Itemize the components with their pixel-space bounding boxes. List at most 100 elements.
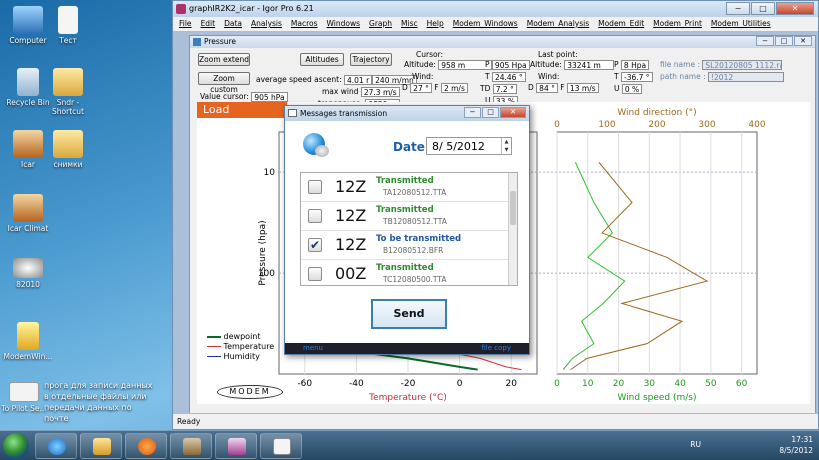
menu-modem-print[interactable]: Modem_Print xyxy=(653,19,702,29)
menu-modem-edit[interactable]: Modem_Edit xyxy=(598,19,644,29)
taskbar-media[interactable] xyxy=(125,433,167,459)
desktop-icon-to-pilot[interactable]: To Pilot Se... xyxy=(0,382,50,413)
cursor-f-label: F xyxy=(434,83,439,92)
avg-speed-value1: 4.01 r xyxy=(343,75,373,85)
message-checkbox-checked[interactable]: ✔ xyxy=(308,238,322,252)
path-name-label: path name : xyxy=(660,72,706,81)
taskbar-ie[interactable] xyxy=(35,433,77,459)
folder-icon xyxy=(53,68,83,96)
altitudes-button[interactable]: Altitudes xyxy=(300,53,344,66)
message-file: B12080512.BFR xyxy=(383,246,444,255)
pressure-title-bar[interactable]: Pressure − □ ✕ xyxy=(190,36,815,48)
clock[interactable]: 17:31 8/5/2012 xyxy=(779,434,813,456)
message-checkbox[interactable] xyxy=(308,180,322,194)
wind-dir-tick-label: 400 xyxy=(748,120,765,130)
footer-file-copy-link[interactable]: file copy xyxy=(481,344,511,353)
cursor-p-row: P 905 Hpa xyxy=(485,60,530,70)
menu-modem-analysis[interactable]: Modem_Analysis xyxy=(527,19,589,29)
spin-up-icon[interactable]: ▲ xyxy=(502,138,511,146)
recycle-bin-icon xyxy=(17,68,39,96)
menu-modem-windows[interactable]: Modem_Windows xyxy=(453,19,518,29)
desktop-icon-sndr[interactable]: Sndr - Shortcut xyxy=(42,68,94,116)
temp-tick-label: 0 xyxy=(457,379,463,389)
language-indicator[interactable]: RU xyxy=(690,440,701,449)
media-player-icon xyxy=(138,438,156,455)
pressure-close-button[interactable]: ✕ xyxy=(794,36,812,46)
igor-title-bar[interactable]: graphIR2K2_icar - Igor Pro 6.21 − □ ✕ xyxy=(173,1,818,17)
spin-down-icon[interactable]: ▼ xyxy=(502,146,511,154)
dialog-minimize-button[interactable]: − xyxy=(464,107,481,118)
menu-graph[interactable]: Graph xyxy=(369,19,392,29)
list-item[interactable]: ✔ 12Z To be transmitted B12080512.BFR xyxy=(301,231,517,260)
taskbar-modem[interactable] xyxy=(170,433,212,459)
zoom-custom-button[interactable]: Zoom custom xyxy=(198,72,250,94)
start-button[interactable] xyxy=(3,433,29,459)
send-button[interactable]: Send xyxy=(371,299,447,329)
menu-help[interactable]: Help xyxy=(427,19,444,29)
pressure-minimize-button[interactable]: − xyxy=(756,36,774,46)
menu-macros[interactable]: Macros xyxy=(291,19,318,29)
desktop-icon-snimki[interactable]: снимки xyxy=(42,130,94,169)
menu-file[interactable]: File xyxy=(179,19,192,29)
menu-modem-utilities[interactable]: Modem_Utilities xyxy=(711,19,771,29)
trajectory-button[interactable]: Trajectory xyxy=(350,53,392,66)
message-file: TA12080512.TTA xyxy=(383,188,447,197)
wind-speed-tick-label: 50 xyxy=(705,379,717,389)
wind-speed-tick-label: 60 xyxy=(736,379,748,389)
document-icon xyxy=(58,6,78,34)
message-time: 12Z xyxy=(335,206,367,225)
star-app-icon xyxy=(17,322,39,350)
list-item[interactable]: 12Z Transmitted TB12080512.TTA xyxy=(301,202,517,231)
desktop-icon-82010[interactable]: 82010 xyxy=(2,258,54,289)
menu-data[interactable]: Data xyxy=(224,19,242,29)
wind-speed-series-line xyxy=(562,162,626,370)
desktop-icon-test[interactable]: Тест xyxy=(42,6,94,45)
modem-logo: MODEM xyxy=(217,385,283,399)
desktop-icon-label: снимки xyxy=(53,160,83,169)
desktop-icon-modemwin[interactable]: ModemWin... xyxy=(2,322,54,361)
message-checkbox[interactable] xyxy=(308,209,322,223)
last-altitude-row: Altitude: 33241 m xyxy=(530,60,615,70)
status-bar: Ready xyxy=(173,413,818,429)
dialog-title-bar[interactable]: Messages transmission − □ ✕ xyxy=(285,106,529,121)
file-name-value: SL20120805 1112.ra xyxy=(702,60,783,70)
list-item[interactable]: 12Z Transmitted TA12080512.TTA xyxy=(301,173,517,202)
last-t-label: T xyxy=(614,72,619,81)
cursor-t-row: T 24.46 ° xyxy=(485,72,526,82)
last-p-value: 8 Hpa xyxy=(620,60,650,70)
menu-edit[interactable]: Edit xyxy=(201,19,216,29)
cursor-td-row: TD 7.2 ° xyxy=(480,84,517,94)
value-cursor-control: Value cursor: 905 hPa xyxy=(200,92,288,102)
legend-dewpoint: dewpoint xyxy=(207,332,274,342)
taskbar-igor[interactable] xyxy=(215,433,257,459)
cursor-wind-label: Wind: xyxy=(412,72,434,81)
last-u-value: 0 % xyxy=(621,84,643,94)
list-item[interactable]: 00Z Transmitted TC12080500.TTA xyxy=(301,260,517,285)
pressure-tick-label: 10 xyxy=(264,168,276,178)
dialog-close-button[interactable]: ✕ xyxy=(500,107,526,118)
date-picker[interactable]: 8/ 5/2012 ▲ ▼ xyxy=(426,137,512,155)
value-cursor-input[interactable]: 905 hPa xyxy=(251,92,288,102)
menu-windows[interactable]: Windows xyxy=(327,19,360,29)
clock-time: 17:31 xyxy=(791,435,813,444)
temp-tick-label: -40 xyxy=(349,379,364,389)
file-name-row: file name : SL20120805 1112.ra xyxy=(660,60,783,70)
list-scrollbar[interactable] xyxy=(508,173,517,285)
desktop-icon-icar-climat[interactable]: Icar Climat xyxy=(2,194,54,233)
taskbar-mail[interactable] xyxy=(260,433,302,459)
dialog-maximize-button[interactable]: □ xyxy=(482,107,499,118)
maximize-button[interactable]: □ xyxy=(751,2,775,15)
pressure-axis-title: Pressure (hpa) xyxy=(258,220,268,285)
footer-menu-link[interactable]: menu xyxy=(303,344,323,353)
date-spinner[interactable]: ▲ ▼ xyxy=(501,138,511,154)
menu-misc[interactable]: Misc xyxy=(401,19,418,29)
zoom-extend-button[interactable]: Zoom extend xyxy=(198,53,250,66)
menu-analysis[interactable]: Analysis xyxy=(251,19,282,29)
wind-speed-tick-label: 40 xyxy=(674,379,686,389)
pressure-maximize-button[interactable]: □ xyxy=(775,36,793,46)
scroll-thumb[interactable] xyxy=(510,191,516,225)
message-checkbox[interactable] xyxy=(308,267,322,281)
minimize-button[interactable]: − xyxy=(726,2,750,15)
taskbar-explorer[interactable] xyxy=(80,433,122,459)
close-button[interactable]: ✕ xyxy=(776,2,814,15)
